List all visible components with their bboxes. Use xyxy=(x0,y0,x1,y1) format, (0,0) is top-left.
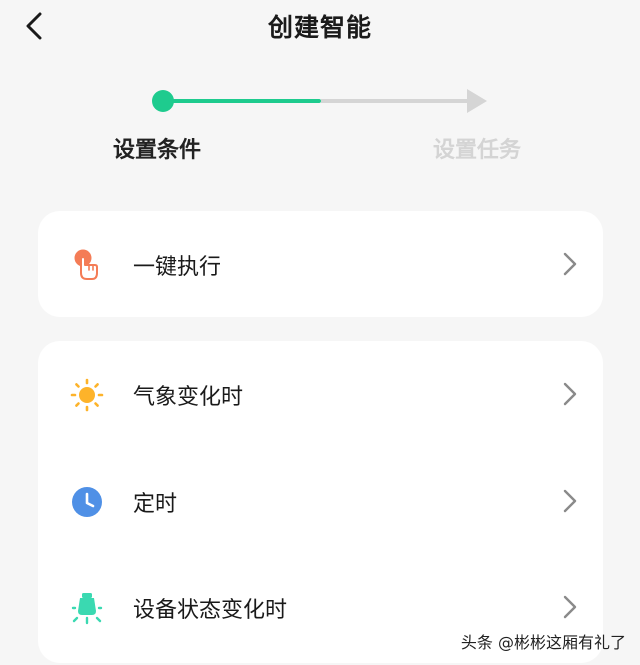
create-smart-screen: 创建智能 设置条件 设置任务 一键执行 气象变化时 定时 设备状态变化时 头条 … xyxy=(0,0,640,665)
tap-hand-icon xyxy=(70,248,104,282)
light-bulb-icon xyxy=(70,591,104,625)
condition-label: 设备状态变化时 xyxy=(133,598,288,623)
chevron-right-icon xyxy=(563,382,577,406)
page-title: 创建智能 xyxy=(267,13,372,42)
chevron-right-icon xyxy=(563,489,577,513)
condition-label: 气象变化时 xyxy=(133,385,244,410)
step-label-tasks: 设置任务 xyxy=(433,138,522,163)
watermark: 头条 @彬彬这厢有礼了 xyxy=(460,633,626,652)
condition-label: 定时 xyxy=(133,492,178,517)
condition-item-weather[interactable]: 气象变化时 xyxy=(38,341,603,447)
card-conditions: 气象变化时 定时 设备状态变化时 xyxy=(38,341,603,663)
chevron-right-icon xyxy=(563,252,577,276)
step-label-conditions: 设置条件 xyxy=(113,138,202,163)
stepper-progress-active xyxy=(163,99,321,103)
condition-label: 一键执行 xyxy=(133,255,222,280)
header: 创建智能 xyxy=(0,0,640,52)
stepper: 设置条件 设置任务 xyxy=(0,80,640,170)
stepper-arrow-icon xyxy=(467,89,487,113)
stepper-current-dot xyxy=(152,90,174,112)
card-quick-action: 一键执行 xyxy=(38,211,603,317)
stepper-progress-inactive xyxy=(321,99,471,103)
sun-icon xyxy=(70,378,104,412)
condition-item-schedule[interactable]: 定时 xyxy=(38,448,603,554)
condition-item-one-tap[interactable]: 一键执行 xyxy=(38,211,603,317)
clock-icon xyxy=(70,485,104,519)
chevron-right-icon xyxy=(563,595,577,619)
